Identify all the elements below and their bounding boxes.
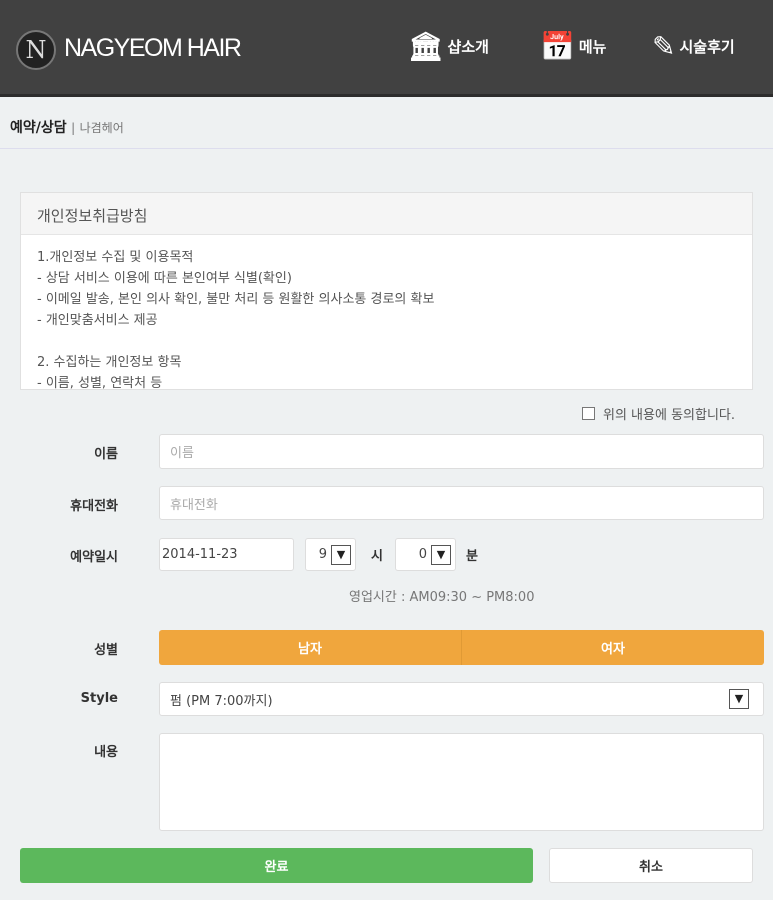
hour-value: 9	[318, 547, 327, 562]
logo-icon[interactable]: N	[16, 30, 56, 70]
site-name: 나겸헤어	[79, 121, 124, 135]
nav-label: 메뉴	[578, 38, 607, 56]
nav-reviews[interactable]: ✎ 시술후기	[652, 30, 735, 63]
nav-label: 샵소개	[447, 38, 489, 56]
nav-menu[interactable]: 📅 메뉴	[540, 30, 606, 63]
privacy-policy-box[interactable]: 개인정보취급방침 1.개인정보 수집 및 이용목적 - 상담 서비스 이용에 따…	[20, 192, 753, 390]
business-hours: 영업시간 : AM09:30 ~ PM8:00	[349, 590, 535, 605]
chevron-down-icon: ▼	[431, 544, 451, 565]
gender-toggle[interactable]: 남자 여자	[159, 630, 764, 665]
divider	[0, 148, 773, 149]
chevron-down-icon: ▼	[729, 689, 749, 709]
checkbox[interactable]	[582, 407, 595, 420]
submit-button[interactable]: 완료	[20, 848, 533, 883]
minute-value: 0	[418, 547, 427, 562]
nav-shop-intro[interactable]: 🏛 샵소개	[408, 30, 489, 63]
phone-label: 휴대전화	[70, 499, 118, 514]
gender-male-button[interactable]: 남자	[159, 630, 461, 665]
agree-checkbox[interactable]: 위의 내용에 동의합니다.	[582, 404, 735, 423]
nav-label: 시술후기	[679, 38, 735, 56]
calendar-icon: 📅	[540, 30, 575, 63]
gender-female-button[interactable]: 여자	[461, 630, 764, 665]
page-title: 예약/상담	[10, 120, 67, 136]
policy-body: 1.개인정보 수집 및 이용목적 - 상담 서비스 이용에 따른 본인여부 식별…	[37, 250, 435, 390]
date-input[interactable]: 2014-11-23	[159, 538, 294, 571]
hour-unit: 시	[371, 549, 383, 564]
brand-name[interactable]: NAGYEOM HAIR	[64, 34, 242, 63]
breadcrumb: 예약/상담 | 나겸헤어	[10, 117, 124, 137]
content-textarea[interactable]	[159, 733, 764, 831]
agree-label: 위의 내용에 동의합니다.	[603, 408, 735, 423]
policy-title: 개인정보취급방침	[21, 193, 752, 235]
name-label: 이름	[94, 447, 118, 462]
style-label: Style	[80, 691, 118, 706]
minute-unit: 분	[466, 549, 478, 564]
cancel-button[interactable]: 취소	[549, 848, 753, 883]
datetime-label: 예약일시	[70, 550, 118, 565]
separator: |	[71, 121, 76, 135]
chevron-down-icon: ▼	[331, 544, 351, 565]
edit-icon: ✎	[652, 30, 676, 63]
style-value: 펌 (PM 7:00까지)	[170, 693, 273, 709]
minute-select[interactable]: 0 ▼	[395, 538, 456, 571]
name-input[interactable]: 이름	[159, 434, 764, 469]
phone-input[interactable]: 휴대전화	[159, 486, 764, 520]
hour-select[interactable]: 9 ▼	[305, 538, 356, 571]
gender-label: 성별	[94, 643, 118, 658]
bank-icon: 🏛	[408, 30, 444, 63]
content-label: 내용	[94, 745, 118, 760]
style-select[interactable]: 펌 (PM 7:00까지) ▼	[159, 682, 764, 716]
